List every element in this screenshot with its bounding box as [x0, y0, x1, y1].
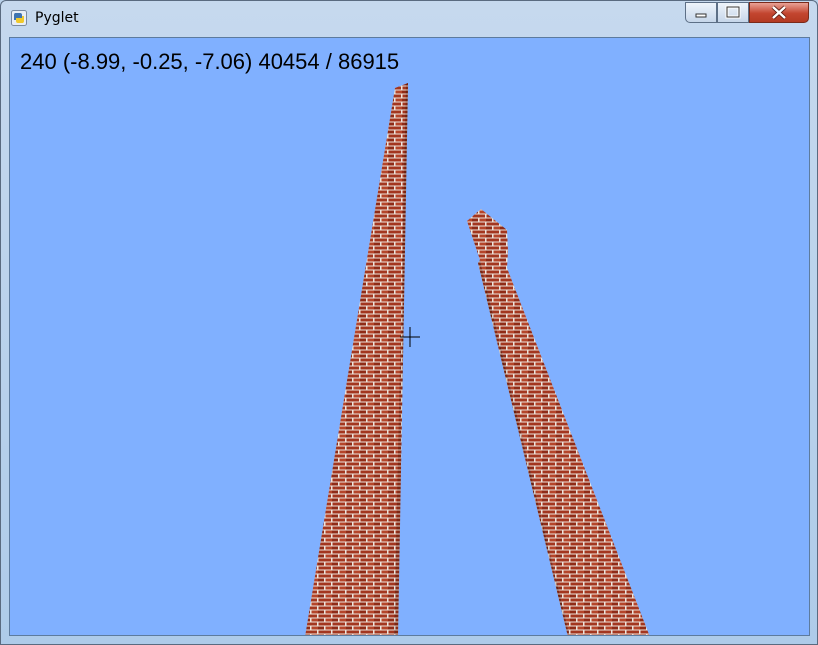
hud-stats: 240 (-8.99, -0.25, -7.06) 40454 / 86915	[20, 49, 400, 74]
maximize-button[interactable]	[717, 2, 749, 23]
close-icon	[771, 5, 787, 20]
close-button[interactable]	[749, 2, 809, 23]
brick-pillar-right	[467, 209, 650, 635]
game-viewport[interactable]: 240 (-8.99, -0.25, -7.06) 40454 / 86915	[9, 37, 810, 636]
maximize-icon	[725, 5, 741, 19]
python-icon	[11, 10, 27, 26]
title-bar[interactable]: Pyglet	[1, 1, 817, 35]
minimize-button[interactable]	[685, 2, 717, 23]
app-window: Pyglet 240 (-8.99, -0.25, -7.06) 40454 /…	[0, 0, 818, 645]
window-title: Pyglet	[35, 10, 79, 26]
crosshair-icon	[400, 327, 420, 347]
brick-pillar-left	[305, 83, 408, 635]
minimize-icon	[695, 13, 707, 18]
